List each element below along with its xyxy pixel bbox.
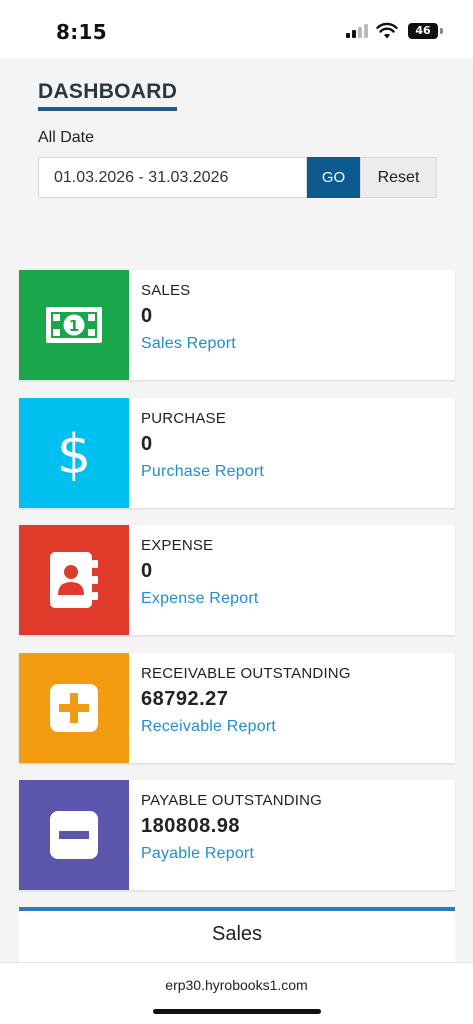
sales-card: 1 SALES 0 Sales Report — [19, 270, 455, 380]
receivable-value: 68792.27 — [141, 688, 229, 710]
banknote-icon: 1 — [46, 307, 102, 343]
payable-title: PAYABLE OUTSTANDING — [141, 792, 323, 809]
expense-icon-box — [19, 525, 129, 635]
payable-report-link[interactable]: Payable Report — [141, 845, 254, 863]
cellular-signal-icon — [346, 24, 372, 38]
payable-card: PAYABLE OUTSTANDING 180808.98 Payable Re… — [19, 780, 455, 890]
battery-indicator: 46 — [408, 23, 438, 39]
dashboard-content: DASHBOARD All Date 01.03.2026 - 31.03.20… — [0, 58, 473, 967]
purchase-card: $ PURCHASE 0 Purchase Report — [19, 398, 455, 508]
receivable-title: RECEIVABLE OUTSTANDING — [141, 665, 351, 682]
purchase-title: PURCHASE — [141, 410, 226, 427]
expense-report-link[interactable]: Expense Report — [141, 590, 259, 608]
battery-tip — [440, 28, 443, 34]
receivable-report-link[interactable]: Receivable Report — [141, 718, 276, 736]
browser-url-bar[interactable]: erp30.hyrobooks1.com — [0, 962, 473, 1024]
svg-text:$: $ — [57, 423, 91, 483]
plus-square-icon — [50, 684, 98, 732]
date-filter-label: All Date — [38, 129, 95, 146]
status-time: 8:15 — [56, 20, 107, 44]
sales-title: SALES — [141, 282, 191, 299]
sales-panel-title: Sales — [211, 923, 263, 945]
expense-card: EXPENSE 0 Expense Report — [19, 525, 455, 635]
payable-value: 180808.98 — [141, 815, 241, 837]
sales-report-link[interactable]: Sales Report — [141, 335, 236, 353]
dollar-icon: $ — [57, 423, 91, 483]
date-range-input[interactable]: 01.03.2026 - 31.03.2026 — [38, 157, 307, 198]
svg-text:1: 1 — [69, 317, 79, 335]
sales-panel: Sales — [19, 907, 455, 967]
go-button[interactable]: GO — [307, 157, 360, 198]
page-title: DASHBOARD — [38, 80, 178, 111]
status-bar: 8:15 46 — [0, 0, 473, 58]
purchase-value: 0 — [141, 433, 153, 455]
minus-square-icon — [50, 811, 98, 859]
sales-value: 0 — [141, 305, 153, 327]
contact-book-icon — [50, 552, 98, 608]
purchase-icon-box: $ — [19, 398, 129, 508]
sales-icon-box: 1 — [19, 270, 129, 380]
url-text[interactable]: erp30.hyrobooks1.com — [0, 977, 473, 993]
home-indicator — [153, 1009, 321, 1014]
purchase-report-link[interactable]: Purchase Report — [141, 463, 264, 481]
expense-value: 0 — [141, 560, 153, 582]
receivable-icon-box — [19, 653, 129, 763]
payable-icon-box — [19, 780, 129, 890]
receivable-card: RECEIVABLE OUTSTANDING 68792.27 Receivab… — [19, 653, 455, 763]
reset-button[interactable]: Reset — [360, 157, 437, 198]
wifi-icon — [376, 22, 398, 39]
expense-title: EXPENSE — [141, 537, 214, 554]
